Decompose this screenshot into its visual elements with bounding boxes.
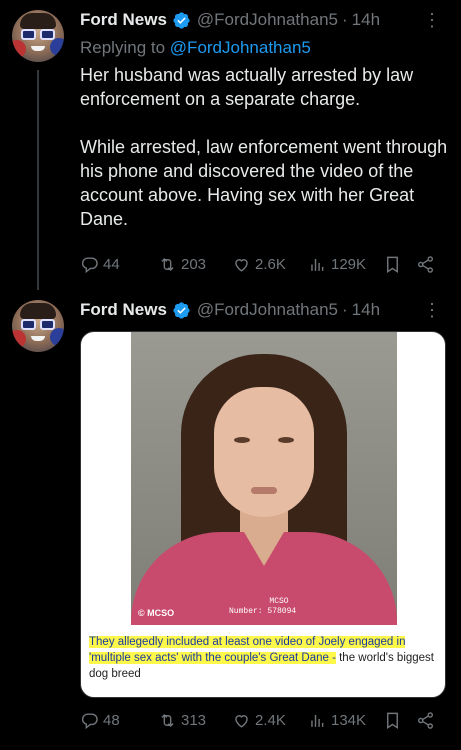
like-count: 2.6K bbox=[255, 256, 286, 273]
avatar[interactable] bbox=[12, 300, 64, 352]
views-icon bbox=[311, 258, 324, 271]
bookmark-button[interactable] bbox=[383, 711, 402, 730]
timestamp[interactable]: 14h bbox=[352, 10, 380, 30]
like-icon bbox=[235, 259, 248, 272]
action-bar: 48 313 2.4K 134K bbox=[80, 711, 450, 735]
bookmark-button[interactable] bbox=[383, 255, 402, 274]
photo-watermark: © MCSO bbox=[138, 608, 175, 618]
replying-to-label: Replying to bbox=[80, 38, 166, 57]
like-count: 2.4K bbox=[255, 712, 286, 729]
verified-badge-icon bbox=[173, 11, 190, 29]
more-icon[interactable]: ⋮ bbox=[423, 300, 441, 321]
repost-count: 313 bbox=[181, 712, 207, 729]
repost-icon bbox=[161, 257, 174, 272]
reply-count: 48 bbox=[103, 712, 120, 729]
image-caption: They allegedly included at least one vid… bbox=[89, 634, 439, 682]
tweet-text: Her husband was actually arrested by law… bbox=[80, 63, 450, 255]
reply-count: 44 bbox=[103, 256, 120, 273]
thread-line bbox=[37, 70, 39, 290]
repost-count: 203 bbox=[181, 256, 207, 273]
tweet-header: Ford News @FordJohnathan5 · 14h bbox=[80, 10, 380, 30]
replying-to: Replying to @FordJohnathan5 bbox=[80, 38, 311, 58]
author-handle[interactable]: @FordJohnathan5 bbox=[197, 300, 338, 320]
like-button[interactable]: 2.6K bbox=[232, 255, 286, 274]
like-icon bbox=[235, 715, 248, 728]
verified-badge-icon bbox=[173, 301, 190, 319]
reply-icon bbox=[81, 257, 98, 274]
author-name[interactable]: Ford News bbox=[80, 300, 167, 320]
author-name[interactable]: Ford News bbox=[80, 10, 167, 30]
reply-icon bbox=[81, 713, 98, 730]
reply-button[interactable]: 44 bbox=[80, 255, 120, 274]
views-count: 134K bbox=[331, 712, 367, 729]
timestamp[interactable]: 14h bbox=[352, 300, 380, 320]
more-icon[interactable]: ⋮ bbox=[423, 10, 441, 31]
repost-icon bbox=[161, 713, 174, 728]
views-icon bbox=[311, 714, 324, 727]
plate-number: Number: 578094 bbox=[229, 607, 297, 616]
avatar[interactable] bbox=[12, 10, 64, 62]
mugshot-photo: © MCSO MCSO Number: 578094 bbox=[131, 332, 397, 625]
action-bar: 44 203 2.6K 129K bbox=[80, 255, 450, 279]
views-button[interactable]: 134K bbox=[308, 711, 366, 730]
share-icon bbox=[417, 256, 434, 273]
share-button[interactable] bbox=[416, 711, 435, 730]
reply-button[interactable]: 48 bbox=[80, 711, 120, 730]
reply-mention-link[interactable]: @FordJohnathan5 bbox=[170, 38, 311, 57]
tweet-media-image[interactable]: © MCSO MCSO Number: 578094 They allegedl… bbox=[80, 331, 446, 698]
plate-agency: MCSO bbox=[269, 597, 289, 606]
views-count: 129K bbox=[331, 256, 367, 273]
dot-separator: · bbox=[341, 10, 348, 29]
share-icon bbox=[417, 712, 434, 729]
tweet-paragraph: While arrested, law enforcement went thr… bbox=[80, 137, 448, 229]
dot-separator: · bbox=[341, 300, 348, 319]
repost-button[interactable]: 313 bbox=[158, 711, 206, 730]
tweet-paragraph: Her husband was actually arrested by law… bbox=[80, 65, 414, 109]
repost-button[interactable]: 203 bbox=[158, 255, 206, 274]
tweet-header: Ford News @FordJohnathan5 · 14h bbox=[80, 300, 380, 320]
share-button[interactable] bbox=[416, 255, 435, 274]
views-button[interactable]: 129K bbox=[308, 255, 366, 274]
bookmark-icon bbox=[387, 712, 398, 729]
bookmark-icon bbox=[387, 256, 398, 273]
booking-plate: MCSO Number: 578094 bbox=[229, 597, 339, 623]
author-handle[interactable]: @FordJohnathan5 bbox=[197, 10, 338, 30]
like-button[interactable]: 2.4K bbox=[232, 711, 286, 730]
